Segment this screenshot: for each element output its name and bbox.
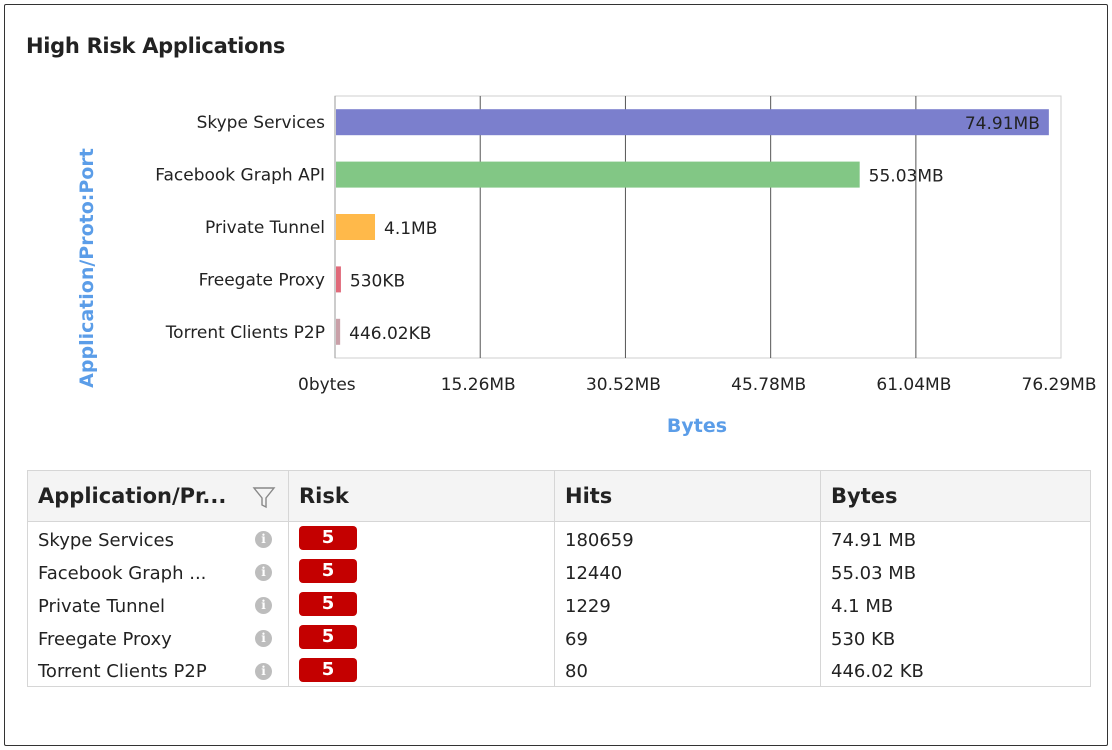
application-name: Freegate Proxy [38, 628, 172, 650]
info-icon[interactable]: i [255, 531, 272, 548]
info-icon[interactable]: i [255, 629, 272, 647]
bytes-value: 74.91 MB [831, 529, 917, 551]
filter-icon[interactable] [252, 485, 276, 509]
applications-table: Application/Pr... Risk Hits Bytes Skype … [27, 470, 1091, 687]
cell-hits: 12440 [554, 554, 821, 588]
category-label: Facebook Graph API [155, 166, 325, 186]
info-icon[interactable]: i [255, 662, 272, 680]
bytes-value: 55.03 MB [831, 562, 917, 584]
x-tick-label: 76.29MB [1022, 375, 1097, 395]
cell-bytes: 55.03 MB [820, 554, 1091, 588]
cell-risk: 5 [288, 521, 555, 555]
bytes-value: 530 KB [831, 628, 896, 650]
cell-risk: 5 [288, 554, 555, 588]
cell-risk: 5 [288, 587, 555, 621]
cell-application: Skype Services i [27, 521, 289, 555]
column-header-risk[interactable]: Risk [288, 470, 555, 522]
x-axis-label: Bytes [667, 415, 727, 437]
table-row[interactable]: Private Tunnel i 5 1229 4.1 MB [27, 587, 1091, 621]
category-label: Private Tunnel [205, 218, 325, 238]
value-label: 55.03MB [869, 167, 944, 187]
cell-hits: 180659 [554, 521, 821, 555]
cell-hits: 80 [554, 653, 821, 687]
hits-value: 180659 [565, 529, 634, 551]
x-tick-label: 0bytes [298, 375, 356, 395]
cell-application: Private Tunnel i [27, 587, 289, 621]
table-row[interactable]: Skype Services i 5 180659 74.91 MB [27, 521, 1091, 555]
value-label: 4.1MB [384, 219, 437, 239]
hits-value: 1229 [565, 595, 611, 617]
cell-application: Torrent Clients P2P i [27, 653, 289, 687]
cell-bytes: 446.02 KB [820, 653, 1091, 687]
cell-bytes: 4.1 MB [820, 587, 1091, 621]
bytes-value: 4.1 MB [831, 595, 894, 617]
hits-value: 80 [565, 661, 588, 683]
value-label: 446.02KB [349, 324, 431, 344]
bar[interactable] [336, 318, 341, 345]
plot-frame [334, 95, 1062, 359]
bar[interactable] [336, 266, 341, 293]
risk-badge: 5 [299, 526, 357, 551]
cell-risk: 5 [288, 653, 555, 687]
column-header-bytes[interactable]: Bytes [820, 470, 1091, 522]
x-tick-label: 61.04MB [876, 375, 951, 395]
cell-hits: 69 [554, 620, 821, 654]
x-tick-label: 15.26MB [441, 375, 516, 395]
bar-chart: Skype Services Facebook Graph API Private … [76, 95, 1097, 437]
cell-application: Facebook Graph ... i [27, 554, 289, 588]
y-axis-label: Application/Proto:Port [76, 148, 98, 388]
bytes-value: 446.02 KB [831, 661, 924, 683]
hits-value: 12440 [565, 562, 623, 584]
risk-badge: 5 [299, 592, 357, 616]
column-header-hits[interactable]: Hits [554, 470, 821, 522]
x-tick-label: 45.78MB [731, 375, 806, 395]
risk-badge: 5 [299, 657, 357, 682]
category-label: Freegate Proxy [199, 270, 325, 290]
info-icon[interactable]: i [255, 596, 272, 614]
application-name: Skype Services [38, 529, 174, 551]
bar[interactable] [336, 109, 1049, 136]
category-label: Skype Services [197, 113, 326, 133]
cell-bytes: 74.91 MB [820, 521, 1091, 555]
table-row[interactable]: Torrent Clients P2P i 5 80 446.02 KB [27, 653, 1091, 687]
bar[interactable] [336, 214, 376, 240]
column-header-application[interactable]: Application/Pr... [27, 470, 289, 522]
x-tick-label: 30.52MB [586, 375, 661, 395]
cell-risk: 5 [288, 620, 555, 654]
value-label: 530KB [350, 271, 405, 291]
application-name: Torrent Clients P2P [38, 661, 207, 683]
table-row[interactable]: Freegate Proxy i 5 69 530 KB [27, 620, 1091, 654]
cell-application: Freegate Proxy i [27, 620, 289, 654]
cell-hits: 1229 [554, 587, 821, 621]
application-name: Facebook Graph ... [38, 562, 207, 584]
bar[interactable] [336, 161, 860, 188]
cell-bytes: 530 KB [820, 620, 1091, 654]
table-header-row: Application/Pr... Risk Hits Bytes [27, 470, 1091, 522]
risk-badge: 5 [299, 559, 357, 583]
hits-value: 69 [565, 628, 588, 650]
info-icon[interactable]: i [255, 563, 272, 581]
category-label: Torrent Clients P2P [165, 323, 325, 343]
risk-badge: 5 [299, 625, 357, 649]
application-name: Private Tunnel [38, 595, 166, 617]
value-label: 74.91MB [965, 114, 1040, 134]
table-row[interactable]: Facebook Graph ... i 5 12440 55.03 MB [27, 554, 1091, 588]
